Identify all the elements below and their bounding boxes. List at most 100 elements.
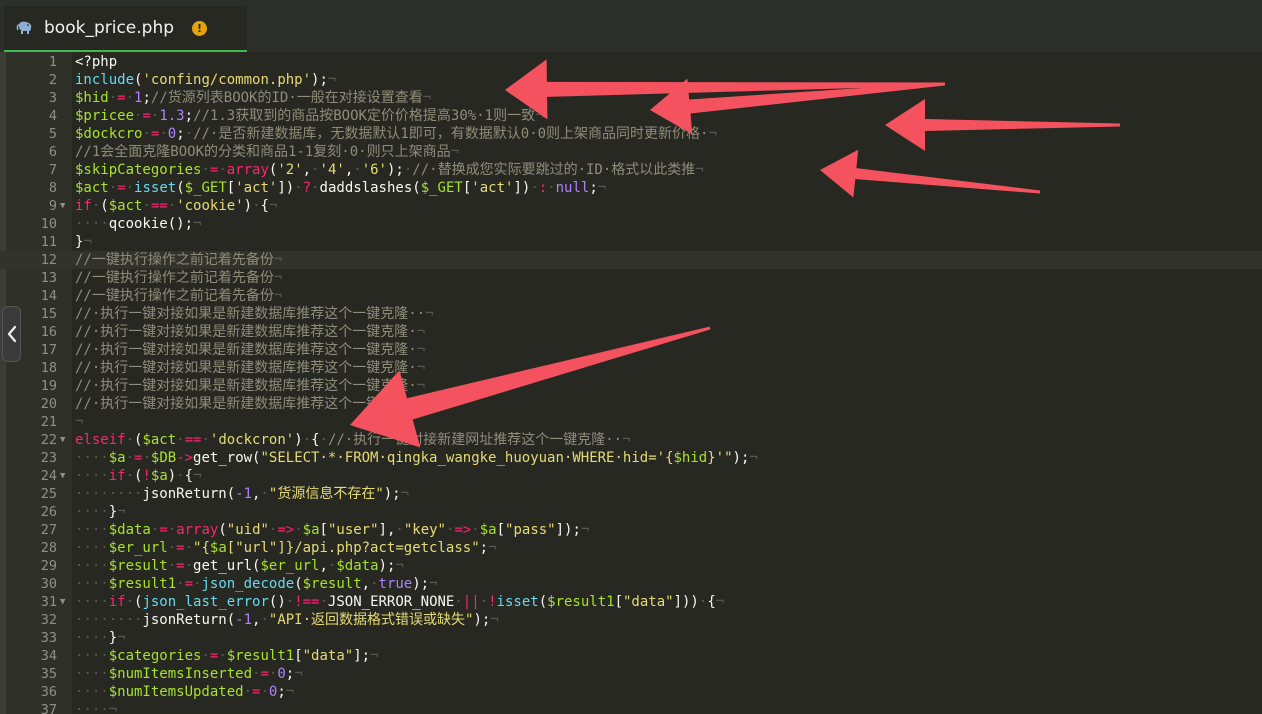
code-line[interactable]: 34 ····$categories·=·$result1["data"];¬ [0, 647, 1262, 665]
fold-arrow-icon[interactable]: ▼ [60, 593, 65, 611]
code-token: $pricee [75, 108, 135, 124]
code-line[interactable]: 14 //一键执行操作之前记着先备份¬ [0, 287, 1262, 305]
code-line[interactable]: 20 //·执行一键对接如果是新建数据库推荐这个一键克隆·¬ [0, 395, 1262, 413]
code-line[interactable]: 21 ¬ [0, 413, 1262, 431]
code-line[interactable]: 23 ····$a·=·$DB->get_row("SELECT·*·FROM·q… [0, 449, 1262, 467]
code-text: //一键执行操作之前记着先备份¬ [75, 269, 282, 287]
line-number: 35 [40, 666, 57, 682]
code-line[interactable]: 13 //一键执行操作之前记着先备份¬ [0, 269, 1262, 287]
code-line[interactable]: 37 ····¬ [0, 701, 1262, 714]
code-token: [ [319, 522, 328, 538]
code-line[interactable]: 18//·执行一键对接如果是新建数据库推荐这个一键克隆·¬ [0, 359, 1262, 377]
code-line[interactable]: 22 ▼ elseif·($act·==·'dockcron')·{·//·执行一键… [0, 431, 1262, 449]
code-line[interactable]: 33 ····}¬ [0, 629, 1262, 647]
code-line[interactable]: 3 $hid·=·1;//货源列表BOOK的ID·一般在对接设置查看¬ [0, 89, 1262, 107]
code-token: } [108, 504, 118, 520]
code-token: $data [108, 522, 151, 538]
code-token: ···· [75, 648, 109, 664]
code-token: $result1 [226, 648, 295, 664]
code-line[interactable]: 11}¬ [0, 233, 1262, 251]
code-line[interactable]: 27 ····$data·=·array("uid"·=>·$a["user"],… [0, 521, 1262, 539]
code-token: $a [108, 450, 126, 466]
code-token: ¬ [327, 72, 337, 88]
code-line[interactable]: 5 $dockcro·=·0;·//·是否新建数据库，无数据默认1即可，有数据默认… [0, 125, 1262, 143]
line-number: 24 [40, 468, 57, 484]
code-text: }¬ [75, 233, 92, 251]
code-line[interactable]: 1 <?php [0, 53, 1262, 71]
code-text: $hid·=·1;//货源列表BOOK的ID·一般在对接设置查看¬ [75, 89, 431, 107]
code-line[interactable]: 16//·执行一键对接如果是新建数据库推荐这个一键克隆·¬ [0, 323, 1262, 341]
code-token: //·是否新建数据库，无数据默认1即可，有数据默认0·0则上架商品同时更新价格· [193, 126, 709, 142]
code-token: $hid [75, 90, 109, 106]
line-number: 1 [48, 54, 57, 70]
code-line[interactable]: 4 $pricee·=·1.3;//1.3获取到的商品按BOOK定价价格提高30%… [0, 107, 1262, 125]
code-token: $numItemsInserted [108, 666, 253, 682]
code-token: $_GET [420, 180, 463, 196]
code-token: $dockcro [75, 126, 143, 142]
code-text: ····qcookie();¬ [75, 215, 201, 233]
code-token: · [218, 162, 227, 178]
code-token: ¬ [715, 594, 725, 610]
code-token: if [108, 468, 126, 484]
code-token: $a [150, 468, 168, 484]
code-token: · [547, 180, 556, 196]
code-token: ["url"]}/api.php?act=getclass" [226, 540, 480, 556]
code-text: include('confing/common.php');¬ [75, 71, 336, 89]
code-line[interactable]: 24 ▼ ····if·(!$a)·{¬ [0, 467, 1262, 485]
code-token: · [167, 558, 177, 574]
code-line[interactable]: 32 ········jsonReturn(-1,·"API·返回数据格式错误或缺… [0, 611, 1262, 629]
code-line[interactable]: 10 ····qcookie();¬ [0, 215, 1262, 233]
code-token: · [184, 540, 194, 556]
code-line[interactable]: 17//·执行一键对接如果是新建数据库推荐这个一键克隆·¬ [0, 341, 1262, 359]
code-line[interactable]: 30 ····$result1·=·json_decode($result,·tr… [0, 575, 1262, 593]
line-number: 2 [48, 72, 57, 88]
code-token: · [142, 126, 151, 142]
code-line[interactable]: 19 //·执行一键对接如果是新建数据库推荐这个一键克隆·¬ [0, 377, 1262, 395]
line-number: 21 [40, 414, 57, 430]
code-token: 0 [167, 126, 177, 142]
code-line[interactable]: 15//·执行一键对接如果是新建数据库推荐这个一键克隆··¬ [0, 305, 1262, 323]
code-line[interactable]: 12 //一键执行操作之前记着先备份¬ [0, 251, 1262, 269]
code-token: · [184, 126, 194, 142]
code-token: ¬ [597, 180, 607, 196]
code-line[interactable]: 8 $act·=·isset($_GET['act'])·?·daddslashe… [0, 179, 1262, 197]
fold-arrow-icon[interactable]: ▼ [60, 197, 65, 215]
code-token: ); [473, 612, 491, 628]
chevron-left-icon [7, 325, 17, 343]
code-line[interactable]: 2 include('confing/common.php');¬ [0, 71, 1262, 89]
code-token: == [184, 432, 202, 448]
collapse-sidebar-handle[interactable] [2, 306, 21, 362]
fold-arrow-icon[interactable]: ▼ [60, 467, 65, 485]
code-text: $skipCategories·=·array('2',·'4',·'6');·… [75, 161, 704, 179]
code-token: //1会全面克隆BOOK的分类和商品1-1复刻·0·则只上架商品 [75, 144, 451, 160]
code-token: ); [386, 162, 404, 178]
code-token: ¬ [749, 450, 758, 466]
code-token: · [454, 594, 463, 610]
code-text: //·执行一键对接如果是新建数据库推荐这个一键克隆··¬ [75, 305, 434, 323]
tab-book-price[interactable]: book_price.php ! [4, 6, 247, 52]
code-token: "{ [193, 540, 210, 556]
code-line[interactable]: 28 ····$er_url·=·"{$a["url"]}/api.php?act… [0, 539, 1262, 557]
code-line[interactable]: 25 ········jsonReturn(-1,·"货源信息不存在");¬ [0, 485, 1262, 503]
warning-icon[interactable]: ! [192, 21, 207, 36]
code-token: array [226, 162, 269, 178]
code-line[interactable]: 26 ····}¬ [0, 503, 1262, 521]
code-editor[interactable]: 1 <?php 2 include('confing/common.php');¬ 3 $… [0, 52, 1262, 714]
code-token: $er_url [260, 558, 320, 574]
code-text: //·执行一键对接如果是新建数据库推荐这个一键克隆·¬ [75, 341, 425, 359]
code-line[interactable]: 31 ▼ ····if·(json_last_error()·!==·JSON_ER… [0, 593, 1262, 611]
code-text: //1会全面克隆BOOK的分类和商品1-1复刻·0·则只上架商品¬ [75, 143, 459, 161]
code-line[interactable]: 29 ····$result·=·get_url($er_url,·$data);… [0, 557, 1262, 575]
fold-arrow-icon[interactable]: ▼ [60, 431, 65, 449]
line-number: 37 [40, 702, 57, 714]
code-token: ········ [75, 486, 143, 502]
code-token: · [167, 522, 177, 538]
code-line[interactable]: 36 ····$numItemsUpdated·=·0;¬ [0, 683, 1262, 701]
code-line[interactable]: 7 $skipCategories·=·array('2',·'4',·'6');… [0, 161, 1262, 179]
code-text: $dockcro·=·0;·//·是否新建数据库，无数据默认1即可，有数据默认0… [75, 125, 717, 143]
code-line[interactable]: 6 //1会全面克隆BOOK的分类和商品1-1复刻·0·则只上架商品¬ [0, 143, 1262, 161]
code-token: ···· [75, 684, 109, 700]
code-line[interactable]: 35 ····$numItemsInserted·=·0;¬ [0, 665, 1262, 683]
code-token: { [184, 468, 194, 484]
code-line[interactable]: 9 ▼ if·($act·==·'cookie')·{¬ [0, 197, 1262, 215]
